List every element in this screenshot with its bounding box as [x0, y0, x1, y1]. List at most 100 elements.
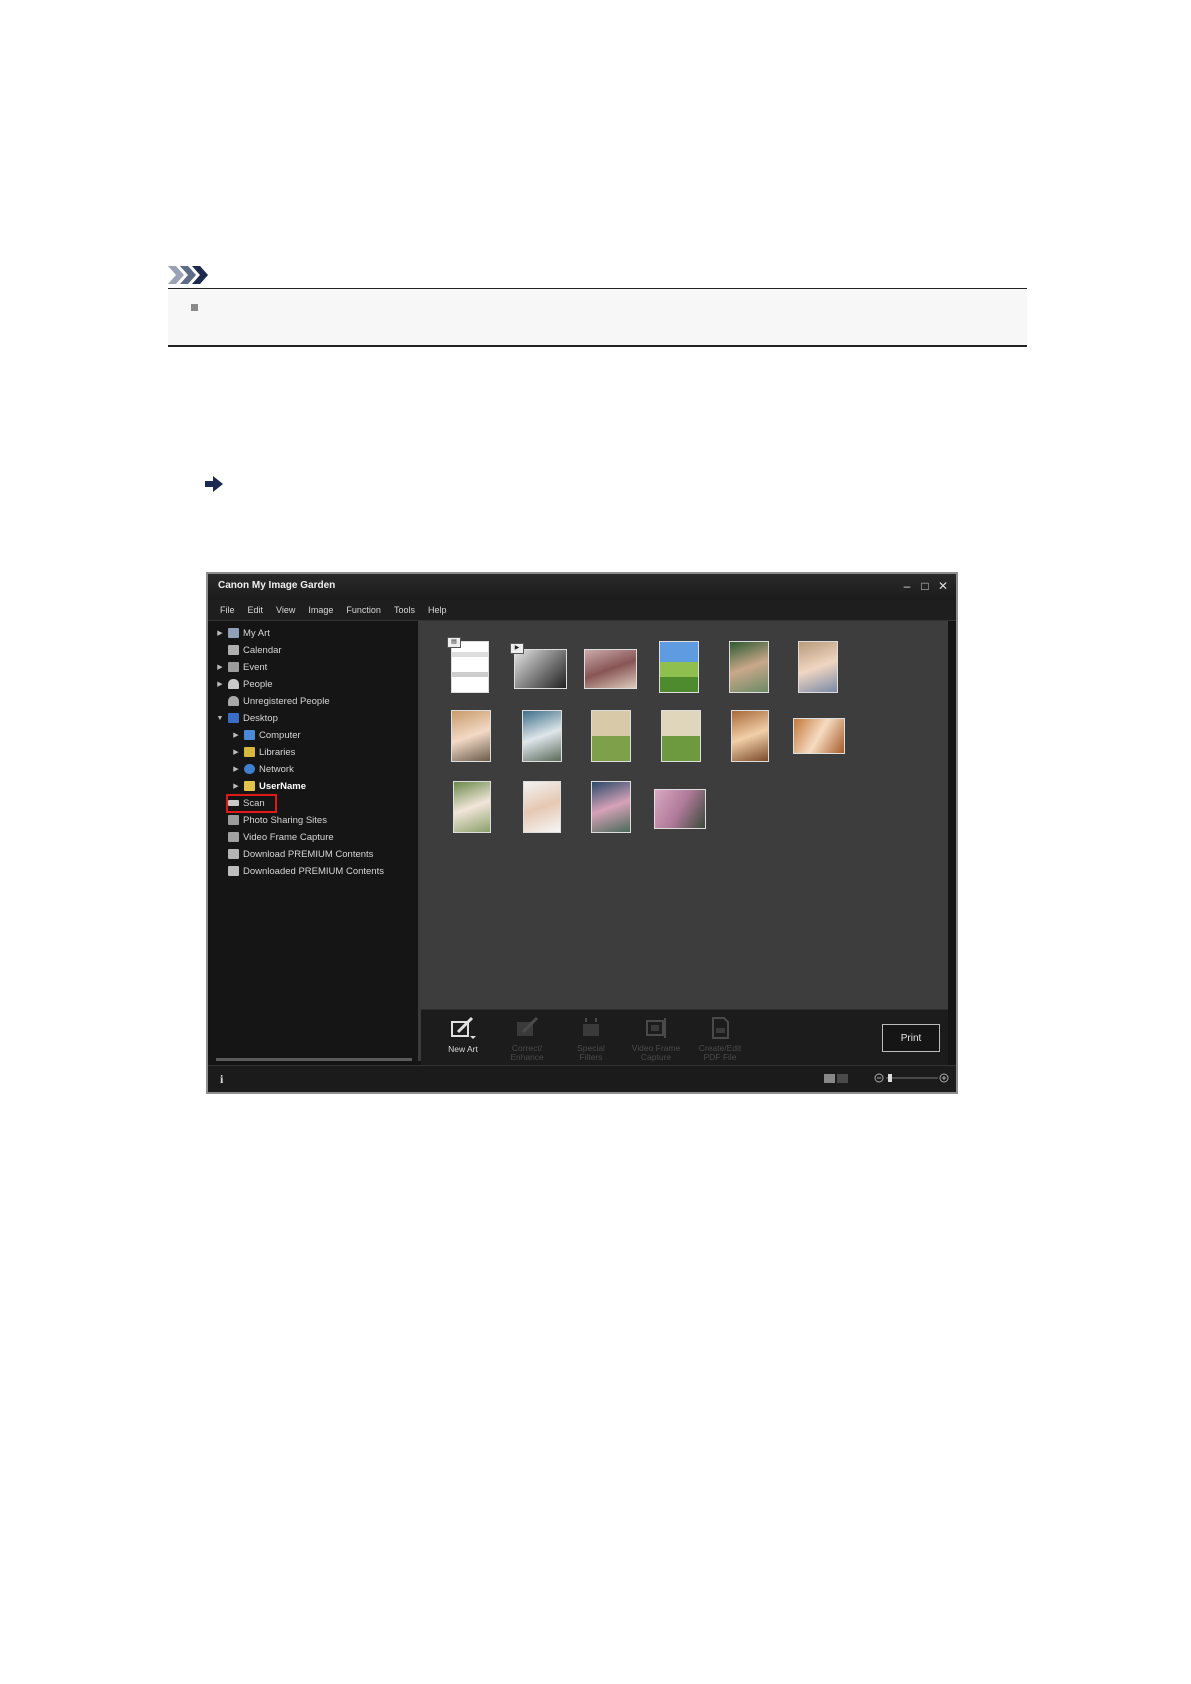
tool-label: Special Filters: [577, 1043, 605, 1062]
tree-item-people[interactable]: ▶ People: [216, 676, 273, 692]
thumbnail-photo[interactable]: [654, 789, 706, 829]
thumbnail-photo[interactable]: [793, 718, 845, 754]
note-icon: [168, 266, 208, 284]
thumbnail-photo[interactable]: [659, 641, 699, 693]
tree-label: Unregistered People: [243, 695, 330, 707]
menu-edit[interactable]: Edit: [244, 605, 273, 615]
pdf-badge-icon: ▤: [447, 637, 461, 648]
window-title: Canon My Image Garden: [218, 580, 336, 591]
tree-item-libraries[interactable]: ▶ Libraries: [232, 744, 295, 760]
tree-label: Calendar: [243, 644, 282, 656]
tree-label: People: [243, 678, 273, 690]
tree-item-downloaded-premium-contents[interactable]: Downloaded PREMIUM Contents: [216, 863, 384, 879]
tree-item-event[interactable]: ▶ Event: [216, 659, 267, 675]
download-premium-icon: [228, 849, 239, 859]
thumbnail-photo[interactable]: [591, 710, 631, 762]
tree-label: Computer: [259, 729, 301, 741]
expand-arrow-icon[interactable]: ▶: [216, 629, 224, 637]
collapse-arrow-icon[interactable]: ▼: [216, 715, 224, 722]
tree-item-photo-sharing-sites[interactable]: Photo Sharing Sites: [216, 812, 327, 828]
tree-item-download-premium-contents[interactable]: Download PREMIUM Contents: [216, 846, 373, 862]
expand-arrow-icon[interactable]: ▶: [216, 680, 224, 688]
thumbnail-area: ▤ ▶: [421, 621, 948, 1009]
thumbnail-photo[interactable]: [451, 710, 491, 762]
tree-item-video-frame-capture[interactable]: Video Frame Capture: [216, 829, 334, 845]
tree-label: Event: [243, 661, 268, 673]
expand-arrow-icon[interactable]: ▶: [232, 731, 240, 739]
thumbnail-photo[interactable]: [523, 781, 561, 833]
video-frame-icon: [228, 832, 239, 842]
thumbnail-photo[interactable]: [591, 781, 631, 833]
correct-enhance-button[interactable]: Correct/ Enhance: [497, 1016, 557, 1062]
tree-label: Desktop: [243, 712, 278, 724]
thumbnail-photo[interactable]: [661, 710, 701, 762]
tree-item-computer[interactable]: ▶ Computer: [232, 727, 301, 743]
horizontal-scrollbar[interactable]: [216, 1058, 412, 1061]
tree-label: Download PREMIUM Contents: [243, 848, 374, 860]
menu-file[interactable]: File: [216, 605, 244, 615]
tool-label: Create/Edit PDF File: [698, 1043, 742, 1062]
video-frame-capture-icon: [646, 1018, 666, 1038]
menu-image[interactable]: Image: [304, 605, 342, 615]
network-icon: [244, 764, 255, 774]
thumbnail-photo[interactable]: [584, 649, 637, 689]
tree-label: Photo Sharing Sites: [243, 814, 327, 826]
new-art-icon: [451, 1016, 476, 1039]
menu-function[interactable]: Function: [342, 605, 390, 615]
tree-item-calendar[interactable]: Calendar: [216, 642, 282, 658]
create-edit-pdf-button[interactable]: Create/Edit PDF File: [690, 1016, 750, 1062]
computer-icon: [244, 730, 255, 740]
tool-label: Video Frame Capture: [631, 1043, 681, 1062]
tree-label: Downloaded PREMIUM Contents: [243, 865, 384, 877]
thumbnail-photo[interactable]: [798, 641, 838, 693]
info-icon[interactable]: i: [220, 1072, 223, 1087]
print-button[interactable]: Print: [882, 1024, 940, 1052]
tree-label: Video Frame Capture: [243, 831, 334, 843]
details-view-icon[interactable]: [837, 1074, 848, 1083]
downloaded-premium-icon: [228, 866, 239, 876]
thumbnail-photo[interactable]: [729, 641, 769, 693]
calendar-icon: [228, 645, 239, 655]
special-filters-icon: [583, 1018, 599, 1036]
tree-item-network[interactable]: ▶ Network: [232, 761, 294, 777]
expand-arrow-icon[interactable]: ▶: [232, 782, 240, 790]
thumbnail-photo[interactable]: [453, 781, 491, 833]
thumbnail-photo[interactable]: [731, 710, 769, 762]
tree-label: Network: [259, 763, 294, 775]
tree-item-my-art[interactable]: ▶ My Art: [216, 625, 270, 641]
app-window: Canon My Image Garden – □ ✕ File Edit Vi…: [206, 572, 958, 1094]
minimize-icon[interactable]: –: [902, 579, 912, 593]
user-folder-icon: [244, 781, 255, 791]
title-bar[interactable]: Canon My Image Garden – □ ✕: [208, 574, 956, 600]
navigation-tree: ▶ My Art Calendar ▶ Event ▶ People Unreg…: [210, 621, 421, 1061]
special-filters-button[interactable]: Special Filters: [561, 1016, 621, 1062]
unregistered-people-icon: [228, 696, 239, 706]
thumbnail-photo[interactable]: [522, 710, 562, 762]
menu-tools[interactable]: Tools: [390, 605, 424, 615]
tree-item-unregistered-people[interactable]: Unregistered People: [216, 693, 330, 709]
thumbnail-document[interactable]: [451, 641, 489, 693]
tree-label: Libraries: [259, 746, 296, 758]
new-art-button[interactable]: New Art: [433, 1016, 493, 1054]
expand-arrow-icon[interactable]: ▶: [232, 748, 240, 756]
video-frame-capture-button[interactable]: Video Frame Capture: [626, 1016, 686, 1062]
thumbnail-photo[interactable]: [514, 649, 567, 689]
expand-arrow-icon[interactable]: ▶: [232, 765, 240, 773]
menu-view[interactable]: View: [272, 605, 304, 615]
tool-label: New Art: [448, 1044, 478, 1054]
zoom-slider[interactable]: [874, 1071, 950, 1085]
desktop-icon: [228, 713, 239, 723]
thumbnail-view-icon[interactable]: [824, 1074, 835, 1083]
expand-arrow-icon[interactable]: ▶: [216, 663, 224, 671]
correct-enhance-icon: [517, 1016, 539, 1036]
tool-label: Correct/ Enhance: [510, 1043, 544, 1062]
tree-item-desktop[interactable]: ▼ Desktop: [216, 710, 278, 726]
close-icon[interactable]: ✕: [938, 579, 948, 593]
tree-label: My Art: [243, 627, 270, 639]
event-icon: [228, 662, 239, 672]
tree-item-username[interactable]: ▶ UserName: [232, 778, 306, 794]
maximize-icon[interactable]: □: [920, 579, 930, 593]
menu-bar: File Edit View Image Function Tools Help: [208, 600, 956, 621]
menu-help[interactable]: Help: [424, 605, 456, 615]
photo-sharing-icon: [228, 815, 239, 825]
